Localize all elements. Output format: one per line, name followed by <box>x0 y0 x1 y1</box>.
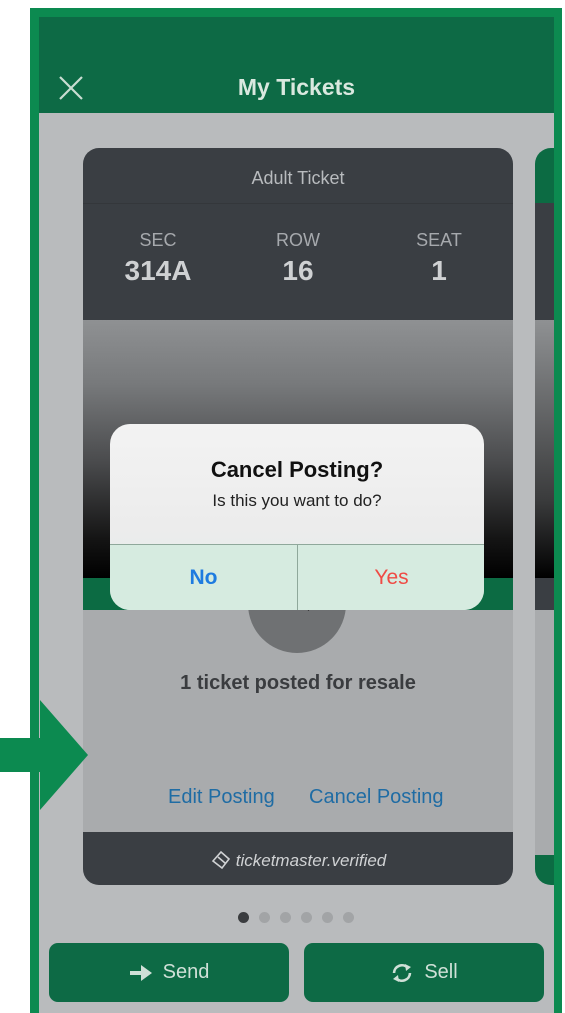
sec-value: 314A <box>124 255 192 286</box>
page-indicator[interactable] <box>238 912 354 923</box>
verified-badge: ticketmaster.verified <box>83 848 513 871</box>
no-button[interactable]: No <box>110 545 297 610</box>
cancel-posting-link[interactable]: Cancel Posting <box>309 786 444 809</box>
row-column: ROW 16 <box>238 230 358 287</box>
ticket-type: Adult Ticket <box>251 168 345 188</box>
send-label: Send <box>162 961 210 983</box>
ticket-header: Adult Ticket SEC 314A ROW 16 SEAT 1 <box>83 148 513 320</box>
row-value: 16 <box>282 255 314 286</box>
page-dot[interactable] <box>238 912 249 923</box>
cancel-posting-dialog: Cancel Posting? Is this you want to do? … <box>110 424 484 610</box>
page-dot[interactable] <box>301 912 312 923</box>
page-dot[interactable] <box>343 912 354 923</box>
edit-posting-link[interactable]: Edit Posting <box>168 786 275 809</box>
page-dot[interactable] <box>259 912 270 923</box>
seat-label: SEAT <box>416 230 462 250</box>
verified-text: ticketmaster.verified <box>235 851 387 870</box>
next-ticket-card[interactable] <box>535 148 554 885</box>
nav-bar: My Tickets <box>39 17 554 113</box>
page-title: My Tickets <box>237 74 356 100</box>
seat-column: SEAT 1 <box>379 230 499 287</box>
sell-label: Sell <box>424 961 458 983</box>
ticket-footer: ticketmaster.verified <box>83 832 513 885</box>
send-button[interactable]: Send <box>49 943 289 1002</box>
arrow-right-icon <box>129 964 152 981</box>
seat-value: 1 <box>431 255 447 286</box>
next-card-image <box>535 320 554 578</box>
header-divider <box>83 203 513 204</box>
page-dot[interactable] <box>280 912 291 923</box>
page-dot[interactable] <box>322 912 333 923</box>
sec-label: SEC <box>139 230 177 250</box>
sec-column: SEC 314A <box>98 230 218 287</box>
sync-icon <box>393 963 412 982</box>
sell-button[interactable]: Sell <box>304 943 544 1002</box>
resale-status: 1 ticket posted for resale <box>180 672 416 694</box>
yes-button[interactable]: Yes <box>298 545 484 610</box>
dialog-title: Cancel Posting? <box>210 457 384 482</box>
ticket-verified-icon <box>211 850 230 870</box>
next-card-body <box>535 610 554 855</box>
pointer-arrow-icon <box>0 700 88 810</box>
row-label: ROW <box>276 230 320 250</box>
dialog-message: Is this you want to do? <box>212 491 382 510</box>
